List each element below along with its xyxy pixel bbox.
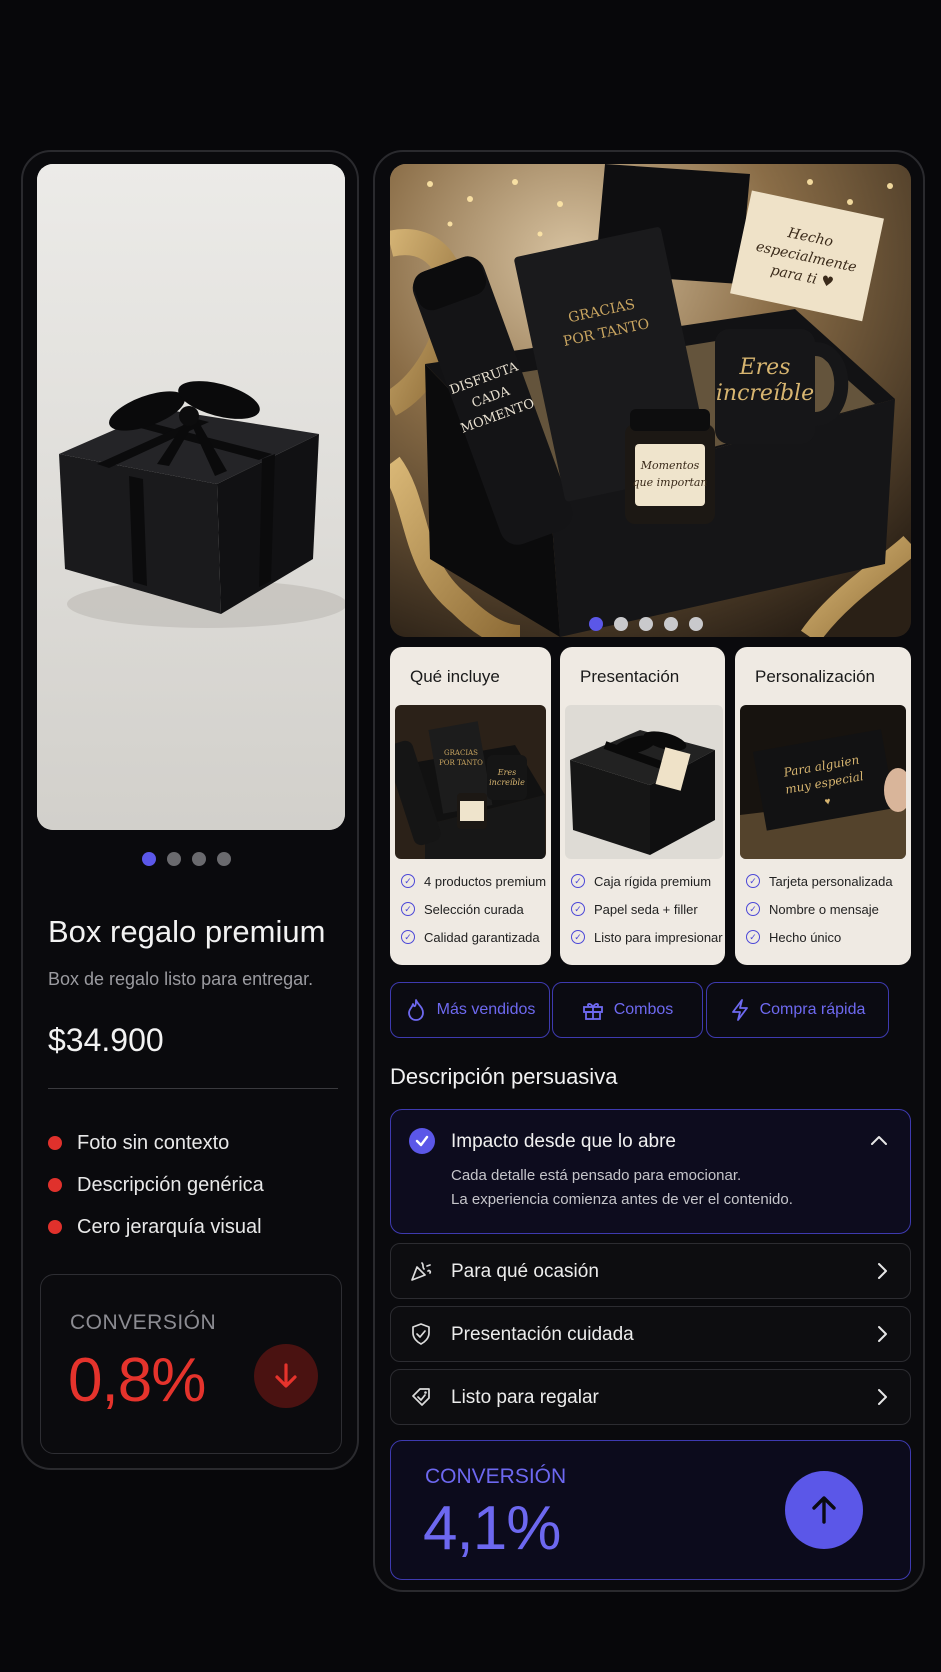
feature-list: ✓ 4 productos premium ✓ Selección curada ✓… (401, 867, 546, 951)
carousel-dot[interactable] (192, 852, 206, 866)
feature-title: Qué incluye (410, 667, 500, 686)
weakness-list: Foto sin contexto Descripción genérica C… (48, 1122, 264, 1248)
accordion-item-ready-to-gift[interactable]: Listo para regalar (390, 1369, 911, 1425)
conversion-label: CONVERSIÓN (70, 1311, 217, 1334)
carousel-dot[interactable] (639, 617, 653, 631)
check-circle-icon: ✓ (571, 902, 585, 916)
chevron-right-icon[interactable] (876, 1388, 888, 1406)
check-circle-icon: ✓ (746, 902, 760, 916)
conversion-label: CONVERSIÓN (425, 1465, 567, 1488)
gift-box-illustration (37, 164, 345, 830)
list-item: Descripción genérica (48, 1164, 264, 1206)
list-item: ✓ Tarjeta personalizada (746, 867, 893, 895)
shield-check-icon (412, 1323, 430, 1345)
quick-buy-button[interactable]: Compra rápida (706, 982, 889, 1038)
accordion-body-line: La experiencia comienza antes de ver el … (451, 1191, 793, 1208)
carousel-dot[interactable] (664, 617, 678, 631)
carousel-dot[interactable] (689, 617, 703, 631)
carousel-dot[interactable] (614, 617, 628, 631)
feature-image (565, 705, 723, 859)
gift-set-illustration: Hecho especialmente para ti ♥ DISFRUTA C… (390, 164, 911, 637)
hero-carousel-dots (589, 617, 703, 631)
gift-icon (582, 1003, 603, 1020)
check-circle-icon: ✓ (746, 874, 760, 888)
hero-photo[interactable]: Hecho especialmente para ti ♥ DISFRUTA C… (390, 164, 911, 637)
accordion-title: Impacto desde que lo abre (451, 1131, 676, 1152)
carousel-dot[interactable] (217, 852, 231, 866)
product-price: $34.900 (48, 1022, 164, 1058)
list-item: ✓ Hecho único (746, 923, 893, 951)
list-item: ✓ Caja rígida premium (571, 867, 723, 895)
conversion-value: 0,8% (68, 1346, 206, 1415)
feature-list: ✓ Caja rígida premium ✓ Papel seda + fille… (571, 867, 723, 951)
svg-text:POR TANTO: POR TANTO (439, 759, 483, 767)
check-circle-icon: ✓ (401, 930, 415, 944)
feature-card-presentation[interactable]: Presentación ✓ Caja rígida premium ✓ Papel… (560, 647, 725, 965)
list-item: ✓ Nombre o mensaje (746, 895, 893, 923)
gift-check-icon (412, 1388, 430, 1406)
product-title: Box regalo premium (48, 914, 326, 949)
feature-title: Presentación (580, 667, 680, 686)
carousel-dot[interactable] (589, 617, 603, 631)
list-item: ✓ Calidad garantizada (401, 923, 546, 951)
arrow-down-icon (254, 1344, 318, 1408)
conversion-panel-high: CONVERSIÓN 4,1% (390, 1440, 911, 1580)
product-subtitle: Box de regalo listo para entregar. (48, 969, 314, 989)
accordion-item-presentation[interactable]: Presentación cuidada (390, 1306, 911, 1362)
check-circle-icon: ✓ (571, 874, 585, 888)
svg-text:GRACIAS: GRACIAS (444, 749, 478, 757)
conversion-value: 4,1% (423, 1494, 561, 1563)
arrow-up-icon (785, 1471, 863, 1549)
feature-title: Personalización (755, 667, 876, 686)
accordion-title: Para qué ocasión (451, 1261, 599, 1282)
section-title: Descripción persuasiva (390, 1064, 618, 1089)
check-circle-icon: ✓ (401, 902, 415, 916)
svg-text:Momentos: Momentos (640, 459, 700, 472)
svg-text:increíble: increíble (489, 778, 525, 787)
red-dot-icon (48, 1136, 62, 1150)
carousel-dot[interactable] (167, 852, 181, 866)
flame-icon (407, 999, 424, 1021)
list-item: Cero jerarquía visual (48, 1206, 264, 1248)
list-item: Foto sin contexto (48, 1122, 264, 1164)
list-item: ✓ Selección curada (401, 895, 546, 923)
chevron-right-icon[interactable] (876, 1325, 888, 1343)
before-product-card: Box regalo premium Box de regalo listo p… (21, 150, 359, 1470)
chevron-right-icon[interactable] (876, 1262, 888, 1280)
check-circle-icon: ✓ (571, 930, 585, 944)
svg-text:Eres: Eres (739, 355, 791, 380)
feature-image: GRACIAS POR TANTO Eres increíble (395, 705, 546, 859)
feature-card-includes[interactable]: Qué incluye GRACIAS POR TANTO Eres incre… (390, 647, 551, 965)
feature-list: ✓ Tarjeta personalizada ✓ Nombre o mensaje… (746, 867, 893, 951)
combos-button[interactable]: Combos (552, 982, 703, 1038)
red-dot-icon (48, 1178, 62, 1192)
svg-text:que importan: que importan (632, 476, 707, 489)
red-dot-icon (48, 1220, 62, 1234)
list-item: ✓ Listo para impresionar (571, 923, 723, 951)
check-circle-icon: ✓ (746, 930, 760, 944)
party-popper-icon (411, 1262, 432, 1281)
list-item: ✓ Papel seda + filler (571, 895, 723, 923)
divider (48, 1088, 338, 1089)
accordion-item-impact[interactable]: Impacto desde que lo abre Cada detalle e… (390, 1109, 911, 1234)
feature-card-personalization[interactable]: Personalización Para alguien muy especia… (735, 647, 911, 965)
feature-image: Para alguien muy especial ♥ (740, 705, 906, 859)
best-sellers-button[interactable]: Más vendidos (390, 982, 550, 1038)
svg-text:increíble: increíble (716, 381, 814, 406)
product-photo[interactable] (37, 164, 345, 830)
after-product-card: Hecho especialmente para ti ♥ DISFRUTA C… (373, 150, 925, 1592)
lightning-icon (731, 999, 748, 1021)
accordion-title: Listo para regalar (451, 1387, 599, 1408)
carousel-dot[interactable] (142, 852, 156, 866)
list-item: ✓ 4 productos premium (401, 867, 546, 895)
check-circle-icon (409, 1128, 435, 1154)
accordion-item-occasion[interactable]: Para qué ocasión (390, 1243, 911, 1299)
accordion-body-line: Cada detalle está pensado para emocionar… (451, 1167, 742, 1184)
carousel-dots (142, 852, 231, 866)
check-circle-icon: ✓ (401, 874, 415, 888)
conversion-panel-low: CONVERSIÓN 0,8% (40, 1274, 342, 1454)
svg-text:Eres: Eres (497, 768, 517, 777)
accordion-title: Presentación cuidada (451, 1324, 634, 1345)
chevron-up-icon[interactable] (870, 1134, 888, 1146)
